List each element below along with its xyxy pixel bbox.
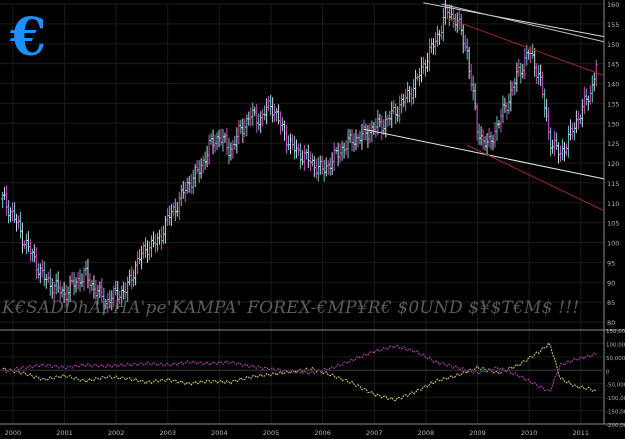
price-tick-label: 135 bbox=[607, 100, 619, 108]
price-tick-label: 145 bbox=[607, 61, 619, 69]
price-tick-label: 100 bbox=[607, 240, 619, 248]
oscillator-tick-label: -200,000 bbox=[606, 423, 625, 429]
watermark-banner: K€SADDhAPHA'pe'KAMPA' FOREX-€MP¥R€ $0UND… bbox=[2, 298, 580, 318]
price-tick-label: 140 bbox=[607, 81, 619, 89]
chart-window: 80 85 90 95 100 105 110 115 120 125 130 135 140 145 15… bbox=[0, 0, 625, 439]
price-tick-label: 90 bbox=[607, 279, 615, 287]
year-tick-label: 2008 bbox=[418, 429, 435, 437]
year-tick-label: 2003 bbox=[160, 429, 177, 437]
price-tick-label: 160 bbox=[607, 1, 619, 9]
price-tick-label: 95 bbox=[607, 259, 615, 267]
trendline bbox=[466, 144, 605, 212]
price-tick-label: 120 bbox=[607, 160, 619, 168]
year-tick-label: 2010 bbox=[521, 429, 538, 437]
oscillator-tick-label: -50,000 bbox=[606, 383, 625, 389]
year-tick-label: 2009 bbox=[469, 429, 486, 437]
price-tick-label: 150 bbox=[607, 41, 619, 49]
oscillator-tick-label: 150,000 bbox=[606, 329, 625, 335]
price-tick-label: 115 bbox=[607, 180, 619, 188]
year-tick-label: 2000 bbox=[5, 429, 22, 437]
oscillator-tick-label: -150,000 bbox=[606, 410, 625, 416]
euro-logo: € bbox=[10, 7, 47, 68]
year-tick-label: 2006 bbox=[314, 429, 331, 437]
year-tick-label: 2011 bbox=[572, 429, 589, 437]
price-tick-label: 105 bbox=[607, 220, 619, 228]
oscillator-tick-label: -100,000 bbox=[606, 396, 625, 402]
oscillator-tick-label: 100,000 bbox=[606, 342, 625, 348]
price-tick-label: 125 bbox=[607, 140, 619, 148]
oscillator-tick-label: 0 bbox=[606, 369, 610, 375]
year-tick-label: 2002 bbox=[108, 429, 125, 437]
price-tick-label: 85 bbox=[607, 299, 615, 307]
oscillator-tick-label: 50,000 bbox=[606, 356, 625, 362]
year-tick-label: 2004 bbox=[211, 429, 228, 437]
oscillator-series-line bbox=[2, 342, 597, 402]
trendline bbox=[441, 3, 605, 43]
year-tick-label: 2001 bbox=[56, 429, 73, 437]
price-tick-label: 80 bbox=[607, 319, 615, 327]
price-tick-label: 110 bbox=[607, 200, 619, 208]
price-tick-label: 130 bbox=[607, 120, 619, 128]
price-tick-label: 155 bbox=[607, 21, 619, 29]
year-tick-label: 2007 bbox=[366, 429, 383, 437]
price-chart-svg: 80 85 90 95 100 105 110 115 120 125 130 135 140 145 15… bbox=[0, 0, 625, 437]
year-tick-label: 2005 bbox=[263, 429, 280, 437]
